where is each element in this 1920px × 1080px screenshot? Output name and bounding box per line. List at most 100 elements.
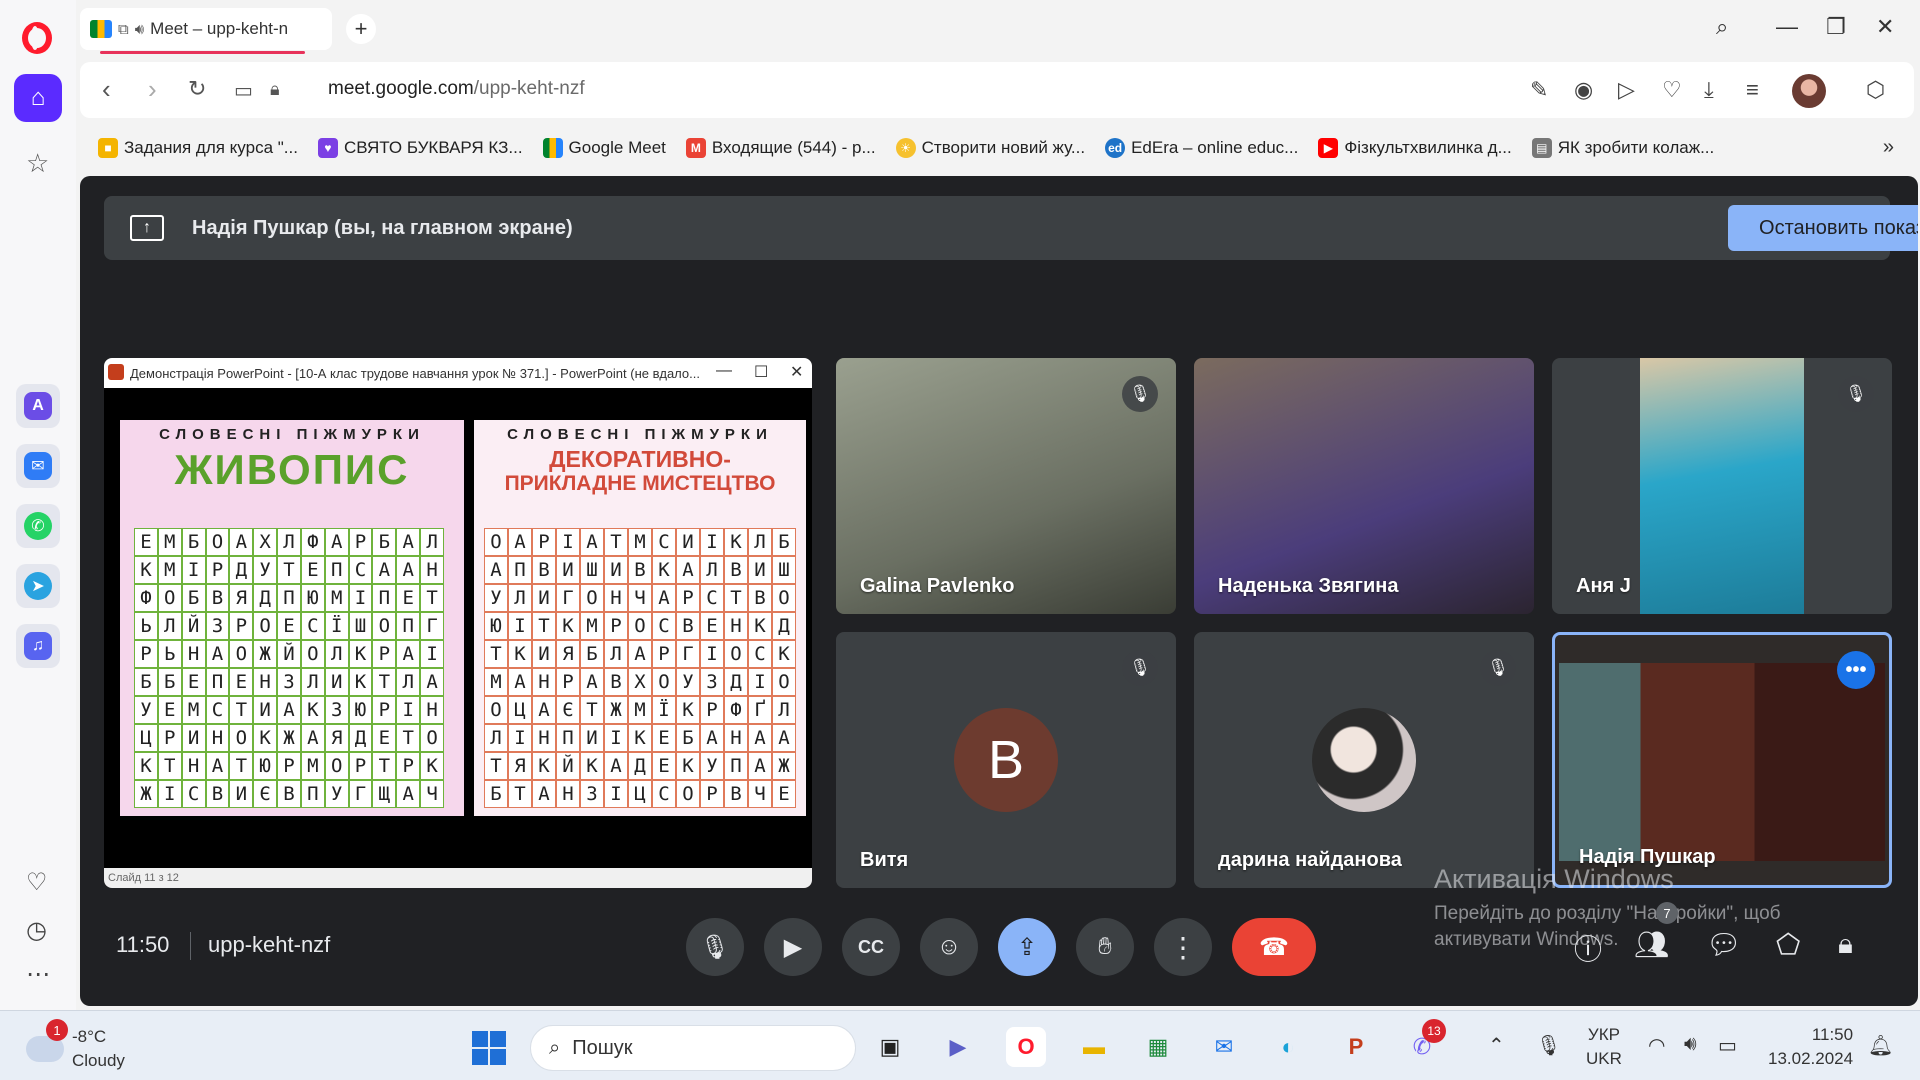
restore-icon[interactable]: ❐ (1826, 14, 1846, 40)
participant-tile[interactable]: 🎙︎ В Витя (836, 632, 1176, 888)
stop-presenting-button[interactable]: Остановить показ (1728, 205, 1918, 251)
grid-letter: Ц (628, 780, 652, 808)
tab-meet[interactable]: ⧉ 🔊︎ Meet – upp-keht-n (80, 8, 332, 54)
bookmark-3[interactable]: M Входящие (544) - p... (685, 138, 876, 158)
grid-letter: О (724, 640, 748, 668)
captions-button[interactable]: CC (842, 918, 900, 976)
opera-logo-icon[interactable] (22, 22, 52, 54)
back-icon[interactable]: ‹ (102, 74, 111, 105)
reactions-button[interactable]: ☺ (920, 918, 978, 976)
taskbar-search[interactable]: ⌕ Пошук (530, 1025, 856, 1071)
task-view-icon[interactable]: ▣ (870, 1027, 910, 1067)
bookmark-4[interactable]: ☀ Створити новий жу... (895, 138, 1085, 158)
activities-icon[interactable]: ⬠ (1776, 928, 1800, 961)
reload-icon[interactable]: ↻ (188, 76, 206, 102)
restore-icon[interactable]: ☐ (754, 362, 768, 382)
grid-letter: К (724, 528, 748, 556)
present-button[interactable]: ⇪ (998, 918, 1056, 976)
bookmark-5[interactable]: ed EdEra – online educ... (1105, 138, 1298, 158)
participant-tile-self[interactable]: ••• Надія Пушкар (1552, 632, 1892, 888)
history-icon[interactable]: ◷ (26, 916, 47, 945)
slide-header: СЛОВЕСНІ ПІЖМУРКИ (159, 426, 425, 443)
participant-tile[interactable]: 🎙︎ Galina Pavlenko (836, 358, 1176, 614)
leave-call-button[interactable]: ☎ (1232, 918, 1316, 976)
windows-start-icon[interactable] (472, 1031, 506, 1065)
grid-letter: А (396, 556, 421, 584)
grid-letter: А (532, 780, 556, 808)
edit-page-icon[interactable]: ✎ (1530, 77, 1548, 103)
grid-letter: Т (372, 752, 397, 780)
tray-overflow-icon[interactable]: ⌃ (1488, 1033, 1505, 1058)
minimize-icon[interactable]: — (1776, 14, 1798, 40)
store-icon[interactable]: ▦ (1138, 1027, 1178, 1067)
grid-letter: О (157, 584, 182, 612)
heart-icon[interactable]: ♡ (26, 868, 48, 897)
address-bar[interactable]: ‹ › ↻ ▭ 🔒︎ meet.google.com/upp-keht-nzf … (80, 62, 1914, 118)
snapshot-icon[interactable]: ◉ (1574, 77, 1593, 103)
participant-tile[interactable]: Наденька Звягина (1194, 358, 1534, 614)
people-icon[interactable]: 👥︎ (1634, 928, 1670, 961)
download-icon[interactable]: ⤓ (1704, 77, 1714, 103)
grid-letter: С (700, 584, 724, 612)
star-icon[interactable]: ☆ (26, 148, 49, 179)
powerpoint-taskbar-icon[interactable]: P (1336, 1027, 1376, 1067)
send-icon[interactable]: ▷ (1618, 77, 1635, 103)
whatsapp-icon[interactable]: ✆ (16, 504, 60, 548)
wifi-icon[interactable]: ◠ (1648, 1033, 1665, 1058)
messenger-icon[interactable]: ✉ (16, 444, 60, 488)
participant-tile[interactable]: 🎙︎ дарина найданова (1194, 632, 1534, 888)
battery-icon[interactable]: ▭ (1718, 1033, 1737, 1058)
home-icon[interactable]: ⌂ (14, 74, 62, 122)
mail-icon[interactable]: ✉ (1204, 1027, 1244, 1067)
close-icon[interactable]: ✕ (790, 362, 803, 382)
music-player-icon[interactable]: ♫ (16, 624, 60, 668)
host-controls-icon[interactable]: 🔒︎ (1838, 928, 1853, 961)
minimize-icon[interactable]: — (716, 362, 732, 380)
url-field[interactable]: meet.google.com/upp-keht-nzf (328, 78, 585, 100)
heart-icon[interactable]: ♡ (1662, 77, 1682, 103)
bookmark-6[interactable]: ▶ Фізкультхвилинка д... (1318, 138, 1512, 158)
system-clock[interactable]: 11:50 13.02.2024 (1768, 1023, 1853, 1071)
language-indicator[interactable]: УКР UKR (1586, 1023, 1622, 1071)
forward-icon[interactable]: › (148, 74, 157, 105)
weather-widget[interactable]: -8°C Cloudy (26, 1025, 125, 1073)
bookmark-7[interactable]: ▤ ЯК зробити колаж... (1531, 138, 1714, 158)
presentation-tile[interactable]: Демонстрація PowerPoint - [10-А клас тру… (104, 358, 812, 888)
picture-in-picture-icon[interactable]: ⧉ (118, 21, 129, 38)
grid-letter: О (324, 752, 349, 780)
chat-app-icon[interactable]: ▶ (938, 1027, 978, 1067)
microphone-button[interactable]: 🎙︎ (686, 918, 744, 976)
close-icon[interactable]: ✕ (1876, 14, 1894, 40)
participant-tile[interactable]: 🎙︎ Аня J (1552, 358, 1892, 614)
file-explorer-icon[interactable]: ▬ (1074, 1027, 1114, 1067)
extensions-icon[interactable]: ⬡ (1866, 77, 1885, 103)
bookmark-1[interactable]: ♥ СВЯТО БУКВАРЯ КЗ... (317, 138, 523, 158)
opera-taskbar-icon[interactable]: O (1006, 1027, 1046, 1067)
speaker-icon[interactable]: 🔊︎ (135, 21, 144, 38)
profile-avatar[interactable] (1792, 74, 1826, 108)
aria-icon[interactable]: A (16, 384, 60, 428)
navigation-bar: ‹ › ↻ ▭ 🔒︎ meet.google.com/upp-keht-nzf … (76, 58, 1920, 124)
bookmark-2[interactable]: Google Meet (542, 138, 666, 158)
bookmark-0[interactable]: ■ Задания для курса "... (98, 138, 298, 158)
chat-icon[interactable]: 💬︎ (1706, 928, 1742, 961)
lock-icon[interactable]: 🔒︎ (270, 79, 280, 100)
edge-icon[interactable]: ◐ (1268, 1027, 1308, 1067)
camera-in-use-icon[interactable]: ▭ (234, 78, 253, 103)
camera-button[interactable]: ▶ (764, 918, 822, 976)
more-options-button[interactable]: ⋮ (1154, 918, 1212, 976)
grid-letter: Ґ (748, 696, 772, 724)
search-tabs-icon[interactable]: ⌕ (1716, 14, 1728, 40)
microphone-tray-icon[interactable]: 🎙︎ (1536, 1033, 1561, 1058)
doc-icon: ▤ (1531, 138, 1552, 158)
raise-hand-button[interactable]: ✋︎ (1076, 918, 1134, 976)
easy-setup-icon[interactable]: ≡ (1746, 77, 1759, 103)
info-icon[interactable]: ⓘ (1574, 928, 1602, 968)
telegram-icon[interactable]: ➤ (16, 564, 60, 608)
more-options-icon[interactable]: ••• (1837, 651, 1875, 689)
notifications-icon[interactable]: 🔔︎ (1868, 1033, 1893, 1058)
volume-icon[interactable]: 🔊︎ (1684, 1033, 1697, 1056)
more-icon[interactable]: ⋯ (26, 960, 50, 989)
new-tab-button[interactable]: + (346, 14, 376, 44)
more-bookmarks-icon[interactable]: » (1883, 136, 1894, 159)
